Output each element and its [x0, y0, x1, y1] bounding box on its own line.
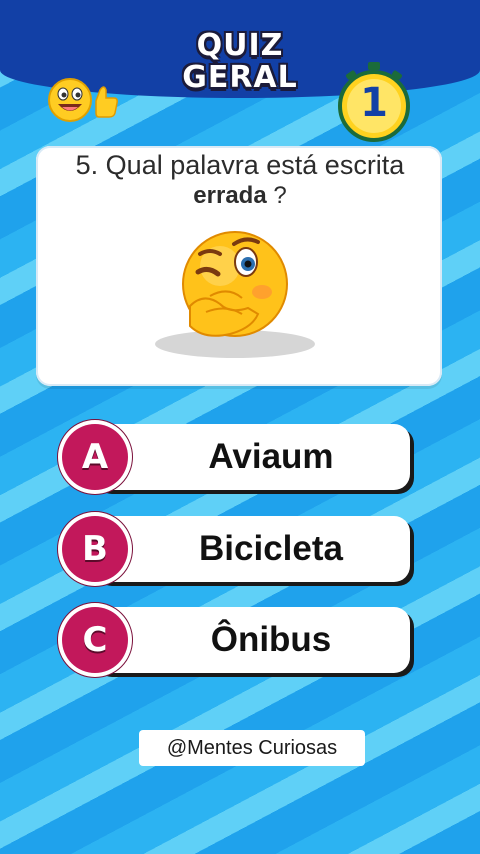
answer-label: Aviaum: [208, 437, 334, 476]
answer-option-c[interactable]: C Ônibus: [62, 607, 410, 677]
answer-label: Ônibus: [210, 620, 332, 659]
winking-thinking-emoji: [155, 231, 315, 358]
answer-letter: C: [82, 620, 108, 660]
answer-option-b[interactable]: B Bicicleta: [62, 516, 410, 586]
question-text-line2: errada ?: [0, 182, 480, 210]
question-text-line1: 5. Qual palavra está escrita: [75, 150, 405, 180]
quiz-title-line1: QUIZ: [196, 28, 284, 63]
smiley-thumbs-up-icon: [48, 78, 118, 122]
channel-credit: @Mentes Curiosas: [139, 730, 365, 766]
question-suffix: ?: [266, 182, 287, 209]
answer-letter: B: [82, 529, 108, 569]
question-emphasis: errada: [193, 182, 267, 209]
timer-value: 1: [360, 80, 388, 126]
answer-label: Bicicleta: [199, 529, 343, 568]
answer-option-a[interactable]: A Aviaum: [62, 424, 410, 494]
answer-letter: A: [81, 437, 109, 477]
